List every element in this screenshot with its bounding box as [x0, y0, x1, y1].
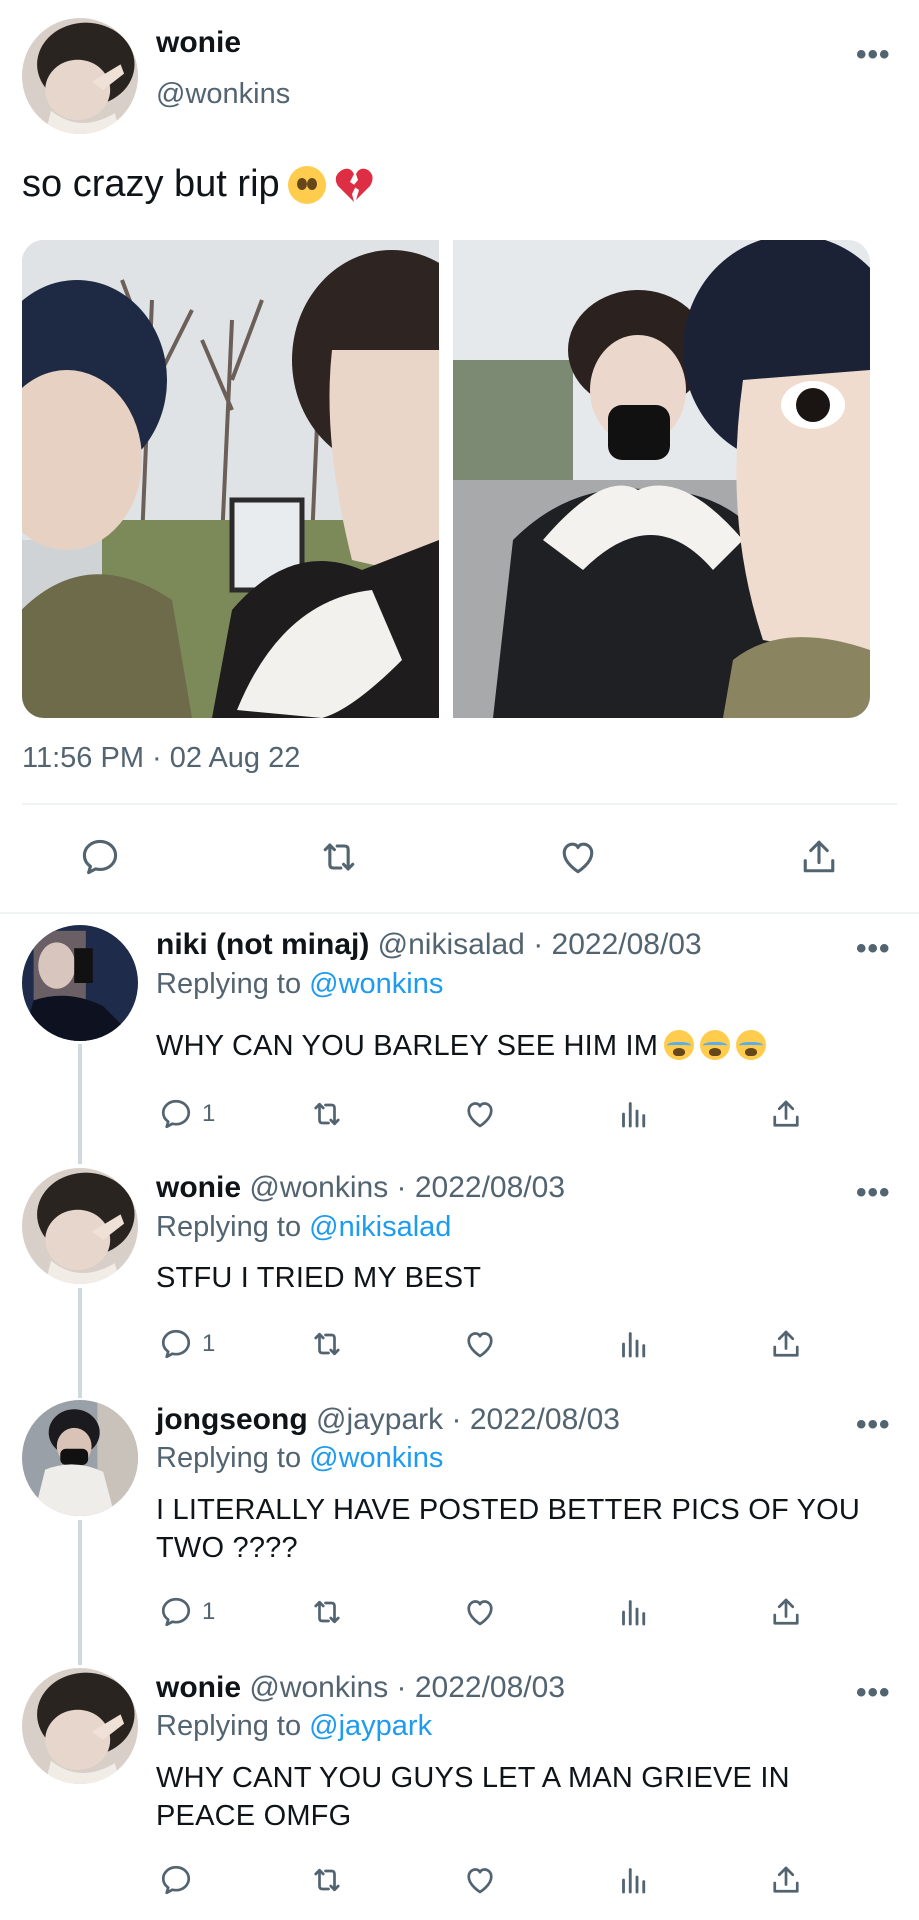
- reply-avatar[interactable]: [22, 925, 138, 1041]
- like-icon[interactable]: [462, 1594, 498, 1630]
- reply-icon[interactable]: [158, 1326, 194, 1362]
- replying-to: Replying to @wonkins: [156, 968, 443, 1001]
- replying-to-prefix: Replying to: [156, 1211, 310, 1243]
- reply-icon[interactable]: [78, 835, 122, 879]
- retweet-icon[interactable]: [309, 1594, 345, 1630]
- reply-header: wonie @wonkins · 2022/08/03: [156, 1171, 565, 1205]
- replying-to-link[interactable]: @jaypark: [309, 1710, 432, 1742]
- reply-count: 1: [202, 1330, 216, 1357]
- loudly-crying-face-icon: [700, 1030, 731, 1060]
- replying-to-link[interactable]: @wonkins: [309, 968, 443, 1000]
- like-icon[interactable]: [556, 835, 600, 879]
- author-handle[interactable]: @wonkins: [156, 78, 290, 111]
- more-options-icon[interactable]: •••: [856, 40, 891, 70]
- tweet-text: so crazy but rip: [22, 163, 280, 205]
- pleading-face-icon: [287, 165, 326, 204]
- retweet-icon[interactable]: [309, 1862, 345, 1898]
- reply-avatar[interactable]: [22, 1168, 138, 1284]
- like-icon[interactable]: [462, 1862, 498, 1898]
- tweet-photo-left[interactable]: [22, 240, 439, 718]
- replying-to-link[interactable]: @nikisalad: [309, 1211, 451, 1243]
- replying-to-prefix: Replying to: [156, 968, 310, 1000]
- reply-text: I LITERALLY HAVE POSTED BETTER PICS OF Y…: [156, 1494, 861, 1564]
- author-avatar[interactable]: [22, 18, 138, 134]
- analytics-icon[interactable]: [616, 1096, 652, 1132]
- share-icon[interactable]: [768, 1594, 804, 1630]
- thread-line: [78, 1288, 82, 1398]
- like-icon[interactable]: [462, 1326, 498, 1362]
- reply-text: WHY CANT YOU GUYS LET A MAN GRIEVE IN PE…: [156, 1762, 790, 1832]
- loudly-crying-face-icon: [736, 1030, 767, 1060]
- reply-header: wonie @wonkins · 2022/08/03: [156, 1671, 565, 1705]
- replying-to-prefix: Replying to: [156, 1710, 310, 1742]
- reply-author-meta[interactable]: @jaypark · 2022/08/03: [316, 1403, 620, 1436]
- reply-text: STFU I TRIED MY BEST: [156, 1262, 482, 1294]
- analytics-icon[interactable]: [616, 1594, 652, 1630]
- replying-to: Replying to @nikisalad: [156, 1211, 451, 1244]
- reply-count: 1: [202, 1598, 216, 1625]
- reply-text: WHY CAN YOU BARLEY SEE HIM IM: [156, 1030, 659, 1062]
- replying-to: Replying to @jaypark: [156, 1710, 432, 1743]
- like-icon[interactable]: [462, 1096, 498, 1132]
- more-options-icon[interactable]: •••: [856, 1178, 891, 1208]
- reply-author-meta[interactable]: @wonkins · 2022/08/03: [249, 1171, 565, 1204]
- analytics-icon[interactable]: [616, 1862, 652, 1898]
- broken-heart-icon: [334, 166, 374, 204]
- reply-author-name[interactable]: jongseong: [156, 1403, 308, 1436]
- reply-author-name[interactable]: wonie: [156, 1671, 241, 1704]
- reply-author-name[interactable]: niki (not minaj): [156, 928, 369, 961]
- reply-header: jongseong @jaypark · 2022/08/03: [156, 1403, 620, 1437]
- tweet-text-row: so crazy but rip: [22, 163, 374, 206]
- reply-icon[interactable]: [158, 1594, 194, 1630]
- reply-count: 1: [202, 1100, 216, 1127]
- reply-avatar[interactable]: [22, 1400, 138, 1516]
- share-icon[interactable]: [768, 1096, 804, 1132]
- share-icon[interactable]: [768, 1326, 804, 1362]
- reply-icon[interactable]: [158, 1096, 194, 1132]
- replying-to-prefix: Replying to: [156, 1442, 310, 1474]
- reply-avatar[interactable]: [22, 1668, 138, 1784]
- loudly-crying-face-icon: [664, 1030, 695, 1060]
- retweet-icon[interactable]: [317, 835, 361, 879]
- reply-icon[interactable]: [158, 1862, 194, 1898]
- analytics-icon[interactable]: [616, 1326, 652, 1362]
- tweet-timestamp[interactable]: 11:56 PM · 02 Aug 22: [22, 742, 300, 775]
- reply-author-meta[interactable]: @wonkins · 2022/08/03: [249, 1671, 565, 1704]
- share-icon[interactable]: [768, 1862, 804, 1898]
- more-options-icon[interactable]: •••: [856, 1410, 891, 1440]
- retweet-icon[interactable]: [309, 1326, 345, 1362]
- retweet-icon[interactable]: [309, 1096, 345, 1132]
- reply-author-name[interactable]: wonie: [156, 1171, 241, 1204]
- divider: [22, 803, 897, 805]
- replying-to-link[interactable]: @wonkins: [309, 1442, 443, 1474]
- more-options-icon[interactable]: •••: [856, 934, 891, 964]
- replying-to: Replying to @wonkins: [156, 1442, 443, 1475]
- author-name[interactable]: wonie: [156, 26, 241, 60]
- thread-line: [78, 1520, 82, 1665]
- thread-line: [78, 1044, 82, 1164]
- reply-author-meta[interactable]: @nikisalad · 2022/08/03: [378, 928, 702, 961]
- reply-header: niki (not minaj) @nikisalad · 2022/08/03: [156, 928, 702, 962]
- tweet-photo-right[interactable]: [453, 240, 870, 718]
- share-icon[interactable]: [797, 835, 841, 879]
- more-options-icon[interactable]: •••: [856, 1678, 891, 1708]
- divider: [0, 912, 919, 914]
- reply-text-row: WHY CAN YOU BARLEY SEE HIM IM: [156, 1027, 896, 1065]
